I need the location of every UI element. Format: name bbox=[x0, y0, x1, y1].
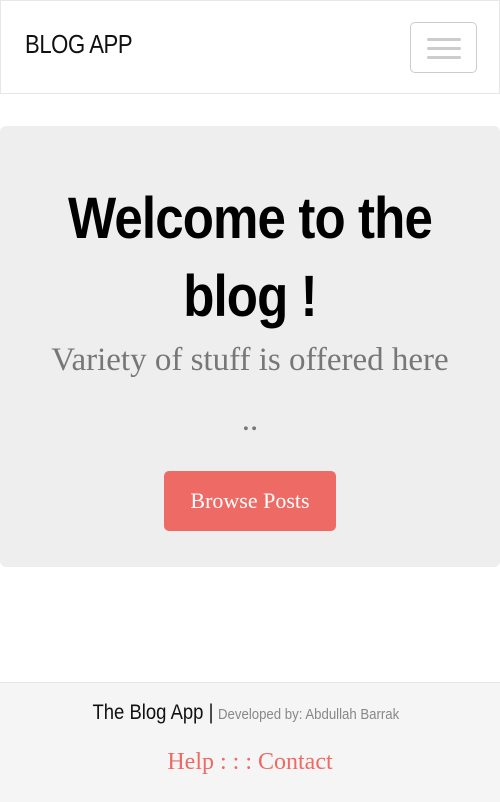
browse-posts-button[interactable]: Browse Posts bbox=[164, 471, 336, 531]
footer-link-separator: : : : bbox=[219, 749, 252, 775]
hamburger-bar bbox=[427, 38, 461, 41]
footer-links: Help : : : Contact bbox=[0, 749, 500, 776]
footer: The Blog App | Developed by: Abdullah Ba… bbox=[0, 682, 500, 802]
hero-subtitle: Variety of stuff is offered here .. bbox=[51, 342, 449, 438]
nav-toggle-button[interactable] bbox=[410, 22, 477, 73]
footer-app-name: The Blog App | bbox=[92, 701, 214, 724]
hero-headline-line: blog ! bbox=[183, 264, 318, 329]
hero-jumbotron: Welcome to the blog ! Variety of stuff i… bbox=[0, 126, 500, 567]
footer-developer: Developed by: Abdullah Barrak bbox=[217, 706, 400, 723]
navbar: BLOG APP bbox=[0, 0, 500, 94]
hero-headline-line: Welcome to the bbox=[68, 186, 433, 251]
contact-link[interactable]: Contact bbox=[258, 749, 333, 775]
hamburger-bar bbox=[427, 47, 461, 50]
footer-credits: The Blog App | Developed by: Abdullah Ba… bbox=[0, 701, 500, 725]
hero-headline: Welcome to the blog ! bbox=[0, 180, 500, 336]
help-link[interactable]: Help bbox=[167, 749, 214, 775]
brand-link[interactable]: BLOG APP bbox=[25, 31, 133, 57]
hamburger-bar bbox=[427, 56, 461, 59]
